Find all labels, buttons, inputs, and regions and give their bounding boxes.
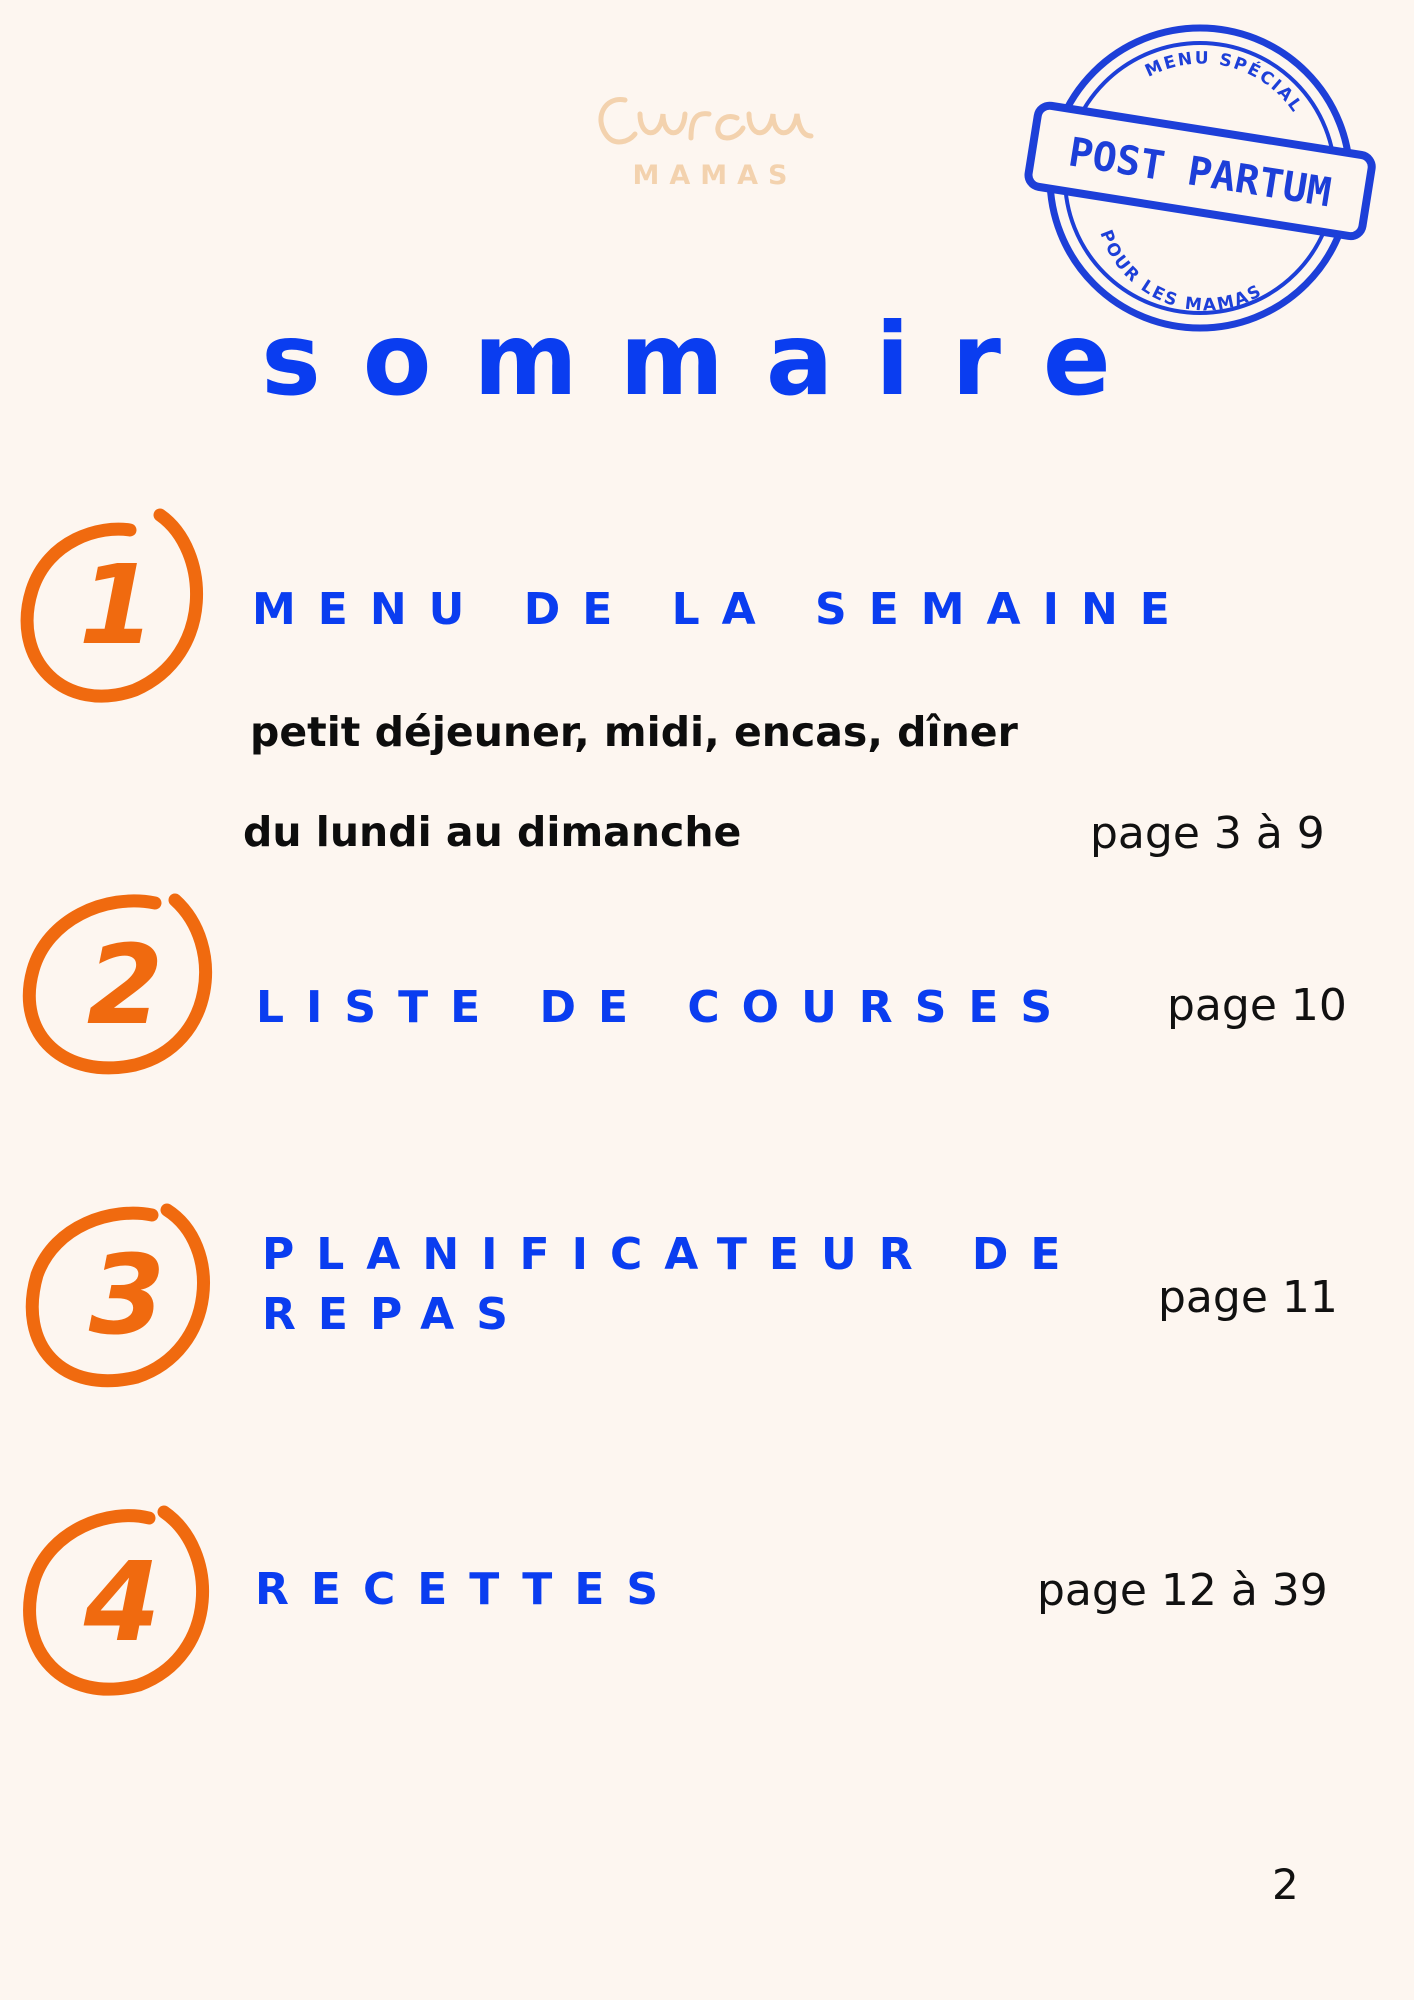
page-number: 2 — [1272, 1860, 1299, 1909]
svg-text:MENU SPÉCIAL: MENU SPÉCIAL — [1142, 48, 1307, 117]
section-2-page-ref: page 10 — [1167, 980, 1347, 1031]
section-3-page-ref: page 11 — [1158, 1272, 1338, 1323]
section-1-line-1: petit déjeuner, midi, encas, dîner — [250, 708, 1018, 756]
section-1-line-2: du lundi au dimanche — [243, 808, 742, 856]
stamp-top-text: MENU SPÉCIAL — [1142, 48, 1305, 117]
section-4-page-ref: page 12 à 39 — [1037, 1565, 1328, 1616]
number-1-label: 1 — [79, 541, 156, 669]
section-1-page-ref: page 3 à 9 — [1090, 808, 1325, 859]
page-title: sommaire — [261, 301, 1153, 418]
number-2-label: 2 — [87, 921, 164, 1049]
section-heading-courses: LISTE DE COURSES — [256, 982, 1075, 1033]
section-heading-recettes: RECETTES — [255, 1564, 681, 1615]
post-partum-stamp: MENU SPÉCIAL POUR LES MAMAS POST PARTUM — [1012, 18, 1382, 338]
logo-subtitle: MAMAS — [632, 160, 798, 191]
circled-number-2: 2 — [15, 875, 230, 1090]
number-4-label: 4 — [83, 1538, 161, 1666]
section-heading-menu: MENU DE LA SEMAINE — [252, 584, 1192, 635]
circled-number-1: 1 — [10, 495, 225, 710]
logo-script — [598, 97, 814, 145]
circled-number-3: 3 — [17, 1185, 232, 1400]
number-3-label: 3 — [89, 1231, 166, 1359]
brand-logo: MAMAS — [585, 78, 830, 198]
circled-number-4: 4 — [14, 1490, 229, 1705]
section-heading-planificateur: PLANIFICATEUR DE REPAS — [262, 1229, 1083, 1340]
